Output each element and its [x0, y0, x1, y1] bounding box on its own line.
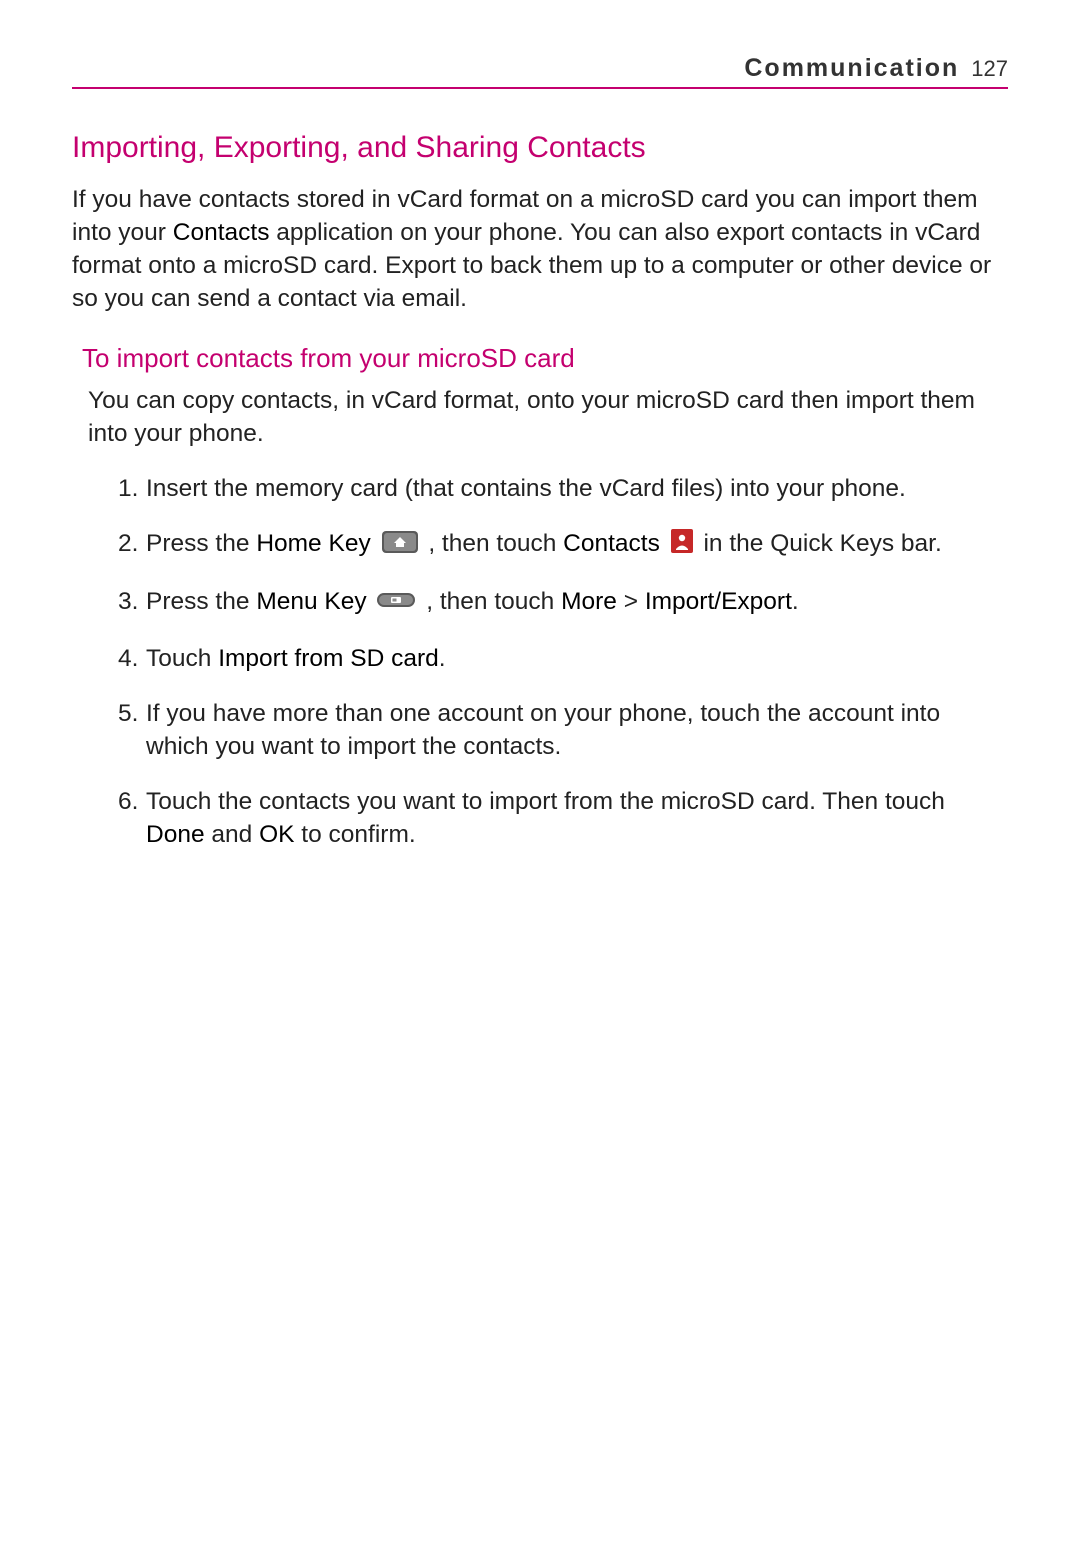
step-3-text-c: > [617, 588, 645, 615]
page-header: Communication 127 [72, 54, 1008, 89]
term-done: Done [146, 821, 205, 848]
step-6: Touch the contacts you want to import fr… [118, 785, 1008, 851]
header-page-number: 127 [971, 56, 1008, 82]
home-key-icon [382, 529, 418, 562]
term-home-key: Home Key [256, 530, 370, 557]
menu-key-icon [377, 587, 415, 620]
step-3-text-d: . [792, 588, 799, 615]
term-contacts: Contacts [173, 219, 270, 246]
step-5: If you have more than one account on you… [118, 697, 1008, 763]
intro-paragraph: If you have contacts stored in vCard for… [72, 183, 1008, 315]
step-4-text-b: . [439, 645, 446, 672]
sub-intro-paragraph: You can copy contacts, in vCard format, … [88, 384, 1008, 450]
header-section-name: Communication [744, 54, 959, 83]
step-3-text-a: Press the [146, 588, 256, 615]
step-4-text-a: Touch [146, 645, 218, 672]
term-contacts-app: Contacts [563, 530, 660, 557]
step-2-text-b: , then touch [422, 530, 564, 557]
step-3: Press the Menu Key , then touch More > I… [118, 585, 1008, 620]
term-ok: OK [259, 821, 294, 848]
step-6-text-b: and [205, 821, 260, 848]
step-2: Press the Home Key , then touch Contacts… [118, 527, 1008, 562]
step-2-text-c: in the Quick Keys bar. [697, 530, 942, 557]
main-heading: Importing, Exporting, and Sharing Contac… [72, 131, 1008, 165]
manual-page: Communication 127 Importing, Exporting, … [0, 0, 1080, 913]
step-5-text: If you have more than one account on you… [146, 700, 940, 760]
term-menu-key: Menu Key [256, 588, 366, 615]
step-1: Insert the memory card (that contains th… [118, 472, 1008, 505]
term-import-export: Import/Export [645, 588, 792, 615]
step-2-text-a: Press the [146, 530, 256, 557]
step-3-text-b: , then touch [419, 588, 561, 615]
step-6-text-c: to confirm. [294, 821, 415, 848]
contacts-icon [671, 529, 693, 562]
step-6-text-a: Touch the contacts you want to import fr… [146, 788, 945, 815]
step-4: Touch Import from SD card. [118, 642, 1008, 675]
step-1-text: Insert the memory card (that contains th… [146, 475, 906, 502]
term-import-sd: Import from SD card [218, 645, 439, 672]
sub-heading: To import contacts from your microSD car… [82, 343, 1008, 374]
term-more: More [561, 588, 617, 615]
steps-list: Insert the memory card (that contains th… [72, 472, 1008, 851]
